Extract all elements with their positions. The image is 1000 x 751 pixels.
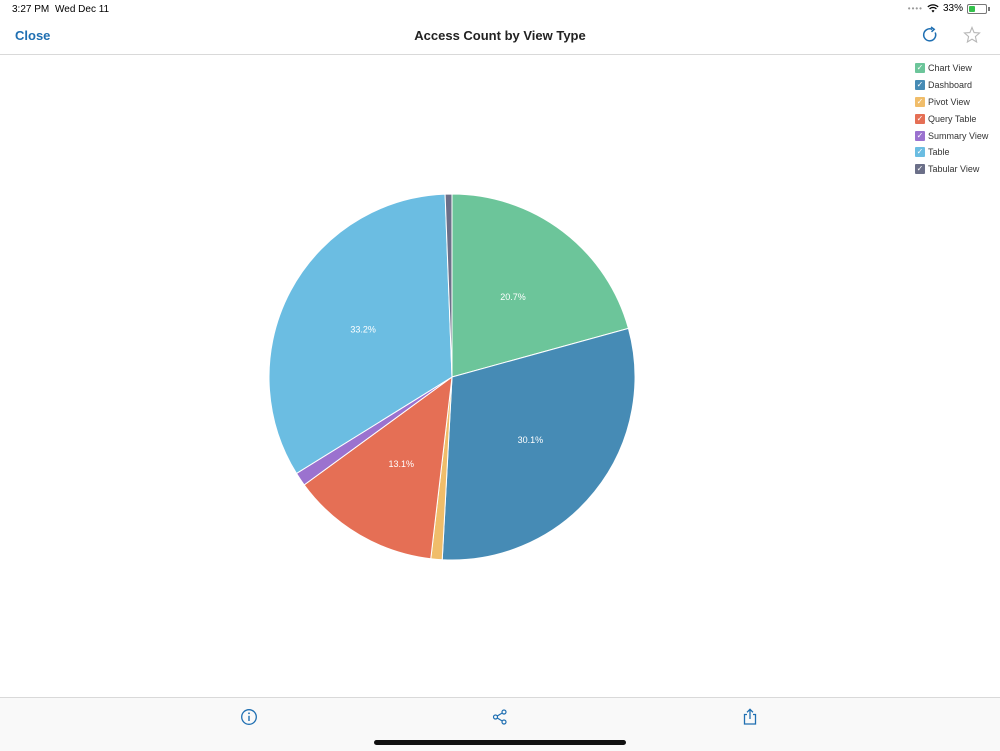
status-time: 3:27 PM [12, 4, 50, 15]
page-title: Access Count by View Type [414, 28, 586, 43]
star-icon[interactable] [963, 26, 981, 44]
pie-chart: 20.7% 30.1% 13.1% 33.2% [268, 193, 636, 561]
status-bar: 3:27 PM Wed Dec 11 •••• 33% [0, 0, 1000, 20]
signal-dots-icon: •••• [907, 4, 923, 13]
battery-icon [967, 3, 987, 14]
refresh-icon[interactable] [921, 26, 939, 44]
share-network-icon[interactable] [491, 708, 509, 726]
status-date: Wed Dec 11 [55, 4, 110, 15]
pie-slice-label: 33.2% [350, 325, 376, 335]
pie-slice-label: 30.1% [518, 435, 544, 445]
export-icon[interactable] [741, 708, 759, 726]
info-icon[interactable] [240, 708, 258, 726]
nav-bar: Close Access Count by View Type [0, 20, 1000, 55]
home-indicator [374, 740, 626, 745]
battery-tip [988, 6, 990, 11]
wifi-icon [927, 4, 939, 13]
pie-slice-label: 13.1% [388, 459, 414, 469]
chart-area: 20.7% 30.1% 13.1% 33.2% [0, 55, 1000, 697]
status-right: •••• 33% [908, 3, 990, 14]
battery-percent: 33% [942, 3, 963, 14]
pie-slice-label: 20.7% [500, 292, 526, 302]
